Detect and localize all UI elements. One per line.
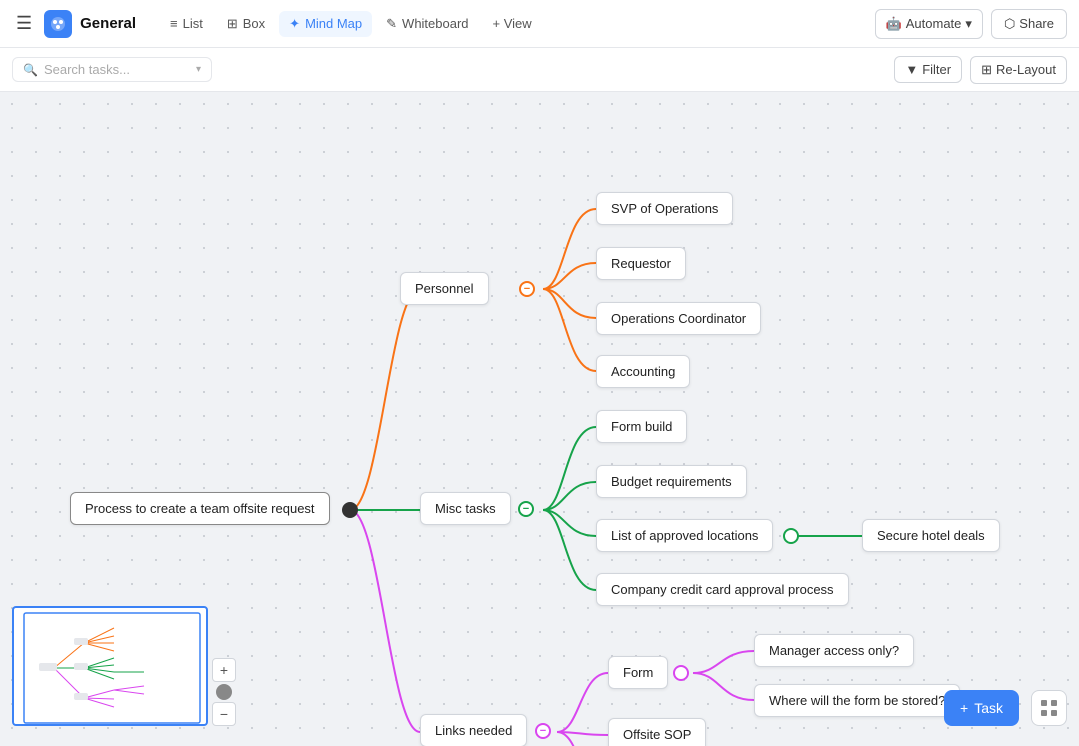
approved-locations-connector (783, 528, 799, 544)
search-dropdown-icon: ▾ (196, 64, 201, 75)
list-icon: ≡ (170, 16, 178, 31)
top-nav: ☰ General ≡ List ⊞ Box ✦ Mind Map ✎ Whit… (0, 0, 1079, 48)
links-needed-node[interactable]: Links needed (420, 714, 527, 746)
misc-tasks-node[interactable]: Misc tasks (420, 492, 511, 525)
links-connector: − (535, 723, 551, 739)
form-stored-node[interactable]: Where will the form be stored? (754, 684, 960, 717)
zoom-thumb[interactable] (216, 684, 232, 700)
filter-icon: ▼ (905, 62, 918, 77)
filter-button[interactable]: ▼ Filter (894, 56, 962, 83)
personnel-connector: − (519, 281, 535, 297)
form-build-node[interactable]: Form build (596, 410, 687, 443)
tab-mindmap[interactable]: ✦ Mind Map (279, 11, 372, 37)
app-title: General (80, 15, 136, 32)
mindmap-canvas[interactable]: Process to create a team offsite request… (0, 92, 1079, 746)
nav-tabs: ≡ List ⊞ Box ✦ Mind Map ✎ Whiteboard + V… (160, 11, 542, 37)
automate-icon: 🤖 (886, 16, 902, 32)
hamburger-icon[interactable]: ☰ (12, 9, 36, 38)
toolbar: 🔍 Search tasks... ▾ ▼ Filter ⊞ Re-Layout (0, 48, 1079, 92)
tab-view[interactable]: + View (483, 11, 542, 36)
relayout-icon: ⊞ (981, 62, 992, 78)
approved-locations-node[interactable]: List of approved locations (596, 519, 773, 552)
add-task-button[interactable]: + Task (944, 690, 1019, 726)
zoom-in-button[interactable]: + (212, 658, 236, 682)
box-icon: ⊞ (227, 16, 238, 32)
nav-right: 🤖 Automate ▾ ⬡ Share (875, 9, 1067, 39)
manager-access-node[interactable]: Manager access only? (754, 634, 914, 667)
search-placeholder: Search tasks... (44, 62, 130, 77)
accounting-node[interactable]: Accounting (596, 355, 690, 388)
form-node[interactable]: Form (608, 656, 668, 689)
budget-req-node[interactable]: Budget requirements (596, 465, 747, 498)
ops-coordinator-node[interactable]: Operations Coordinator (596, 302, 761, 335)
grid-icon (1040, 699, 1058, 717)
minimap (12, 606, 208, 726)
app-logo (44, 10, 72, 38)
zoom-controls: + − (212, 658, 236, 726)
toolbar-right: ▼ Filter ⊞ Re-Layout (894, 56, 1067, 84)
hotel-deals-node[interactable]: Secure hotel deals (862, 519, 1000, 552)
add-task-icon: + (960, 700, 968, 716)
mindmap-icon: ✦ (289, 16, 300, 32)
add-task-label: Task (974, 700, 1003, 716)
search-icon: 🔍 (23, 63, 38, 77)
share-button[interactable]: ⬡ Share (991, 9, 1067, 39)
personnel-node[interactable]: Personnel (400, 272, 489, 305)
form-connector (673, 665, 689, 681)
requestor-node[interactable]: Requestor (596, 247, 686, 280)
search-box[interactable]: 🔍 Search tasks... ▾ (12, 57, 212, 82)
misc-connector: − (518, 501, 534, 517)
tab-box[interactable]: ⊞ Box (217, 11, 275, 37)
share-icon: ⬡ (1004, 16, 1015, 32)
grid-button[interactable] (1031, 690, 1067, 726)
tab-whiteboard[interactable]: ✎ Whiteboard (376, 11, 478, 37)
automate-chevron: ▾ (965, 16, 972, 32)
root-connector (342, 502, 358, 518)
automate-button[interactable]: 🤖 Automate ▾ (875, 9, 983, 39)
svp-node[interactable]: SVP of Operations (596, 192, 733, 225)
zoom-out-button[interactable]: − (212, 702, 236, 726)
credit-card-node[interactable]: Company credit card approval process (596, 573, 849, 606)
relayout-button[interactable]: ⊞ Re-Layout (970, 56, 1067, 84)
root-node[interactable]: Process to create a team offsite request (70, 492, 330, 525)
whiteboard-icon: ✎ (386, 16, 397, 32)
tab-list[interactable]: ≡ List (160, 11, 213, 36)
offsite-sop-node[interactable]: Offsite SOP (608, 718, 706, 746)
minimap-svg (14, 608, 208, 726)
